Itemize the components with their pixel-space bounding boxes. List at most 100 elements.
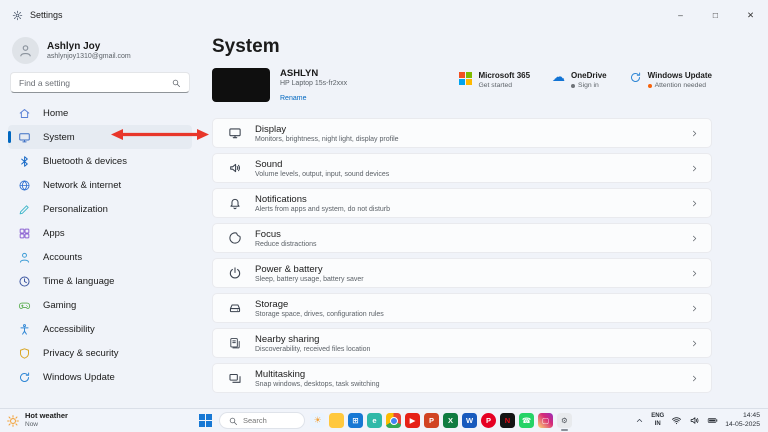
power-battery-row[interactable]: Power & battery Sleep, battery usage, ba… xyxy=(212,258,712,288)
focus-row[interactable]: Focus Reduce distractions xyxy=(212,223,712,253)
microsoft-store-icon[interactable]: ⊞ xyxy=(348,413,363,428)
word-icon[interactable]: W xyxy=(462,413,477,428)
chevron-right-icon xyxy=(690,374,699,383)
widgets-icon[interactable]: ☀ xyxy=(310,413,325,428)
multitasking-icon xyxy=(228,371,242,385)
sound-row[interactable]: Sound Volume levels, output, input, soun… xyxy=(212,153,712,183)
device-image xyxy=(212,68,270,102)
taskbar-center: ☀ ⊞ e ▶ P X W P N ☎ xyxy=(196,412,572,431)
display-row-subtitle: Monitors, brightness, night light, displ… xyxy=(255,135,399,143)
sidebar-item-time-language-label: Time & language xyxy=(43,275,115,287)
windows-update-icon xyxy=(18,371,31,384)
clock[interactable]: 14:45 14-05-2025 xyxy=(725,412,760,430)
display-row[interactable]: Display Monitors, brightness, night ligh… xyxy=(212,118,712,148)
windows-update-icon xyxy=(629,71,642,84)
user-name: Ashlyn Joy xyxy=(47,40,101,52)
titlebar: Settings – □ ✕ xyxy=(0,0,768,30)
sidebar-item-bluetooth-devices[interactable]: Bluetooth & devices xyxy=(8,149,192,173)
edge-icon[interactable]: e xyxy=(367,413,382,428)
chevron-right-icon xyxy=(690,234,699,243)
chevron-right-icon xyxy=(690,269,699,278)
weather-widget[interactable]: Hot weather Now xyxy=(6,412,68,428)
sidebar-item-windows-update[interactable]: Windows Update xyxy=(8,365,192,389)
time-language-icon xyxy=(18,275,31,288)
bluetooth-devices-icon xyxy=(18,155,31,168)
tray-region: IN xyxy=(654,420,661,427)
window-title: Settings xyxy=(30,10,63,20)
start-button[interactable] xyxy=(196,412,214,430)
sidebar-item-accessibility[interactable]: Accessibility xyxy=(8,317,192,341)
notifications-icon xyxy=(228,196,242,210)
user-profile[interactable]: Ashlyn Joy ashlynjoy1310@gmail.com xyxy=(8,34,192,66)
tray-chevron-up-icon[interactable] xyxy=(635,416,644,425)
onedrive-card[interactable]: ☁ OneDrive Sign in xyxy=(552,70,607,89)
chevron-right-icon xyxy=(690,199,699,208)
windows-update-subtitle: Attention needed xyxy=(647,82,712,89)
system-icon xyxy=(18,131,31,144)
settings-search[interactable] xyxy=(10,72,190,93)
battery-icon[interactable] xyxy=(707,415,718,426)
system-tray: ENG IN 14:45 14-05-2025 xyxy=(635,412,762,430)
sidebar-item-time-language[interactable]: Time & language xyxy=(8,269,192,293)
windows-update-card[interactable]: Windows Update Attention needed xyxy=(629,71,712,89)
power-battery-icon xyxy=(228,266,242,280)
microsoft-365-subtitle: Get started xyxy=(478,82,513,89)
sidebar-item-accounts[interactable]: Accounts xyxy=(8,245,192,269)
minimize-button[interactable]: – xyxy=(663,0,698,30)
weather-title: Hot weather xyxy=(25,411,68,421)
settings-icon[interactable]: ⚙ xyxy=(557,413,572,431)
netflix-icon[interactable]: N xyxy=(500,413,515,428)
microsoft-365-icon xyxy=(459,72,473,85)
device-name: ASHLYN xyxy=(280,68,319,79)
taskbar-search-icon xyxy=(228,416,238,426)
maximize-button[interactable]: □ xyxy=(698,0,733,30)
notifications-row-subtitle: Alerts from apps and system, do not dist… xyxy=(255,205,391,213)
wifi-icon[interactable] xyxy=(671,415,682,426)
sidebar-item-privacy-security[interactable]: Privacy & security xyxy=(8,341,192,365)
rename-link[interactable]: Rename xyxy=(280,95,306,102)
sidebar-item-network-internet[interactable]: Network & internet xyxy=(8,173,192,197)
file-explorer-icon[interactable] xyxy=(329,413,344,428)
chrome-icon[interactable] xyxy=(386,413,401,428)
storage-row[interactable]: Storage Storage space, drives, configura… xyxy=(212,293,712,323)
pinterest-icon[interactable]: P xyxy=(481,413,496,428)
powerpoint-icon[interactable]: P xyxy=(424,413,439,428)
youtube-icon[interactable]: ▶ xyxy=(405,413,420,428)
instagram-icon[interactable]: ▢ xyxy=(538,413,553,428)
main-content: System ASHLYN HP Laptop 15s-fr2xxx Renam… xyxy=(200,30,768,408)
excel-icon[interactable]: X xyxy=(443,413,458,428)
notifications-row[interactable]: Notifications Alerts from apps and syste… xyxy=(212,188,712,218)
accounts-icon xyxy=(18,251,31,264)
volume-icon[interactable] xyxy=(689,415,700,426)
sidebar-item-apps[interactable]: Apps xyxy=(8,221,192,245)
close-button[interactable]: ✕ xyxy=(733,0,768,30)
storage-row-subtitle: Storage space, drives, configuration rul… xyxy=(255,310,384,318)
sidebar-item-system-label: System xyxy=(43,131,75,143)
multitasking-row-title: Multitasking xyxy=(255,368,306,380)
whatsapp-icon[interactable]: ☎ xyxy=(519,413,534,428)
taskbar-search[interactable] xyxy=(219,412,305,429)
sidebar-item-system[interactable]: System xyxy=(8,125,192,149)
taskbar-app-icons: ☀ ⊞ e ▶ P X W P N ☎ ▢ ⚙ xyxy=(310,413,572,431)
nearby-sharing-row[interactable]: Nearby sharing Discoverability, received… xyxy=(212,328,712,358)
taskbar-search-input[interactable] xyxy=(243,416,296,425)
network-internet-icon xyxy=(18,179,31,192)
chevron-right-icon xyxy=(690,339,699,348)
sidebar-item-gaming[interactable]: Gaming xyxy=(8,293,192,317)
language-switcher[interactable]: ENG IN xyxy=(651,413,664,428)
notifications-row-title: Notifications xyxy=(255,193,307,205)
sidebar-item-home[interactable]: Home xyxy=(8,101,192,125)
microsoft-365-card[interactable]: Microsoft 365 Get started xyxy=(459,71,530,89)
status-cards: Microsoft 365 Get started ☁ OneDrive Sig… xyxy=(459,68,712,89)
sidebar-item-network-internet-label: Network & internet xyxy=(43,179,122,191)
avatar xyxy=(12,36,39,64)
settings-app-icon xyxy=(12,10,23,21)
settings-rows: Display Monitors, brightness, night ligh… xyxy=(212,118,712,393)
tray-language: ENG xyxy=(651,413,665,419)
sidebar-item-personalization[interactable]: Personalization xyxy=(8,197,192,221)
gaming-icon xyxy=(18,299,31,312)
weather-sun-icon xyxy=(6,414,20,428)
multitasking-row[interactable]: Multitasking Snap windows, desktops, tas… xyxy=(212,363,712,393)
windows-update-title: Windows Update xyxy=(647,71,712,80)
settings-search-input[interactable] xyxy=(19,77,165,88)
